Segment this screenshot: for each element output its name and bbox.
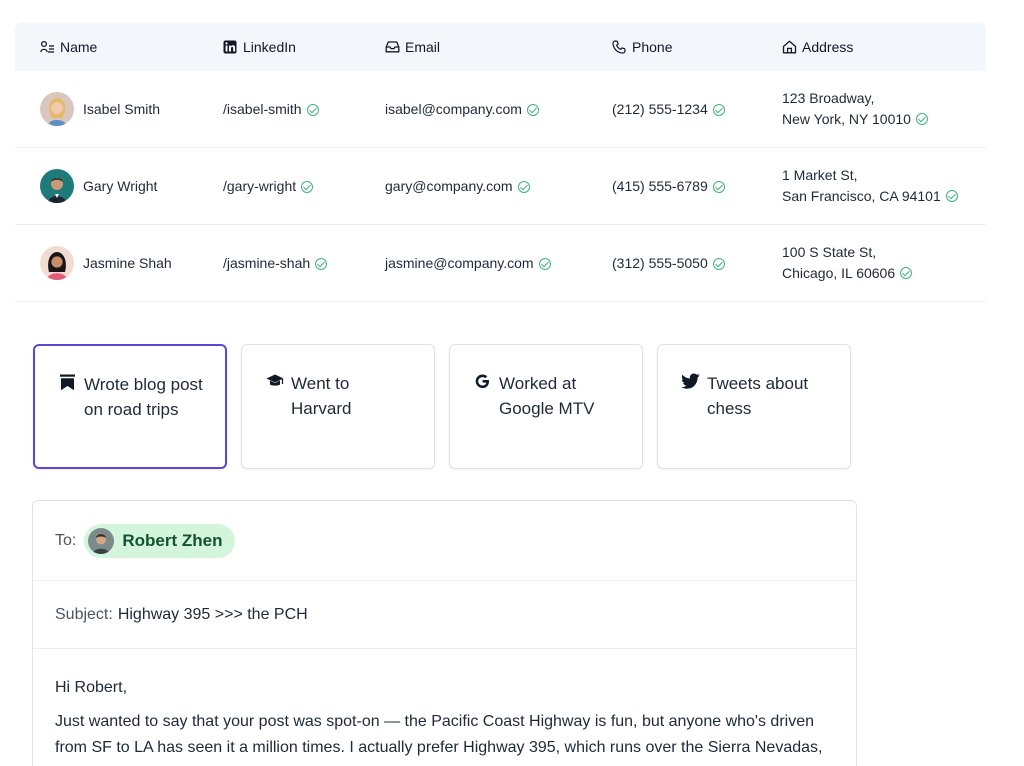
table-row[interactable]: Jasmine Shah /jasmine-shah jasmine@compa… — [15, 225, 986, 302]
header-phone-label: Phone — [632, 39, 673, 55]
email-cell: gary@company.com — [385, 148, 530, 224]
avatar — [88, 527, 115, 554]
contact-name: Isabel Smith — [83, 101, 161, 117]
verified-icon — [712, 258, 725, 270]
header-name[interactable]: Name — [40, 23, 97, 71]
fact-card-text: Wrote blog post on road trips — [84, 375, 203, 419]
phone-number[interactable]: (312) 555-5050 — [612, 255, 708, 271]
fact-card-work[interactable]: Worked at Google MTV — [449, 344, 643, 469]
address-cell: 100 S State St, Chicago, IL 60606 — [782, 225, 913, 301]
email-address[interactable]: isabel@company.com — [385, 101, 522, 117]
linkedin-handle[interactable]: /jasmine-shah — [223, 255, 310, 271]
address-line-1: 123 Broadway, — [782, 90, 875, 106]
linkedin-cell: /gary-wright — [223, 148, 314, 224]
fact-card-education[interactable]: Went to Harvard — [241, 344, 435, 469]
contact-name: Jasmine Shah — [83, 255, 172, 271]
email-body[interactable]: Hi Robert, Just wanted to say that your … — [33, 649, 856, 766]
address-line-1: 100 S State St, — [782, 244, 877, 260]
recipient-name: Robert Zhen — [122, 530, 223, 550]
avatar — [40, 169, 74, 203]
fact-cards: Wrote blog post on road trips Went to Ha… — [33, 344, 851, 469]
phone-cell: (212) 555-1234 — [612, 71, 725, 147]
address-line-2: San Francisco, CA 94101 — [782, 186, 958, 207]
table-header: Name LinkedIn Email Phone Address — [15, 23, 986, 71]
address-cell: 1 Market St, San Francisco, CA 94101 — [782, 148, 958, 224]
address-line-2: New York, NY 10010 — [782, 109, 928, 130]
recipient-chip[interactable]: Robert Zhen — [84, 523, 236, 558]
address-line-2: Chicago, IL 60606 — [782, 263, 913, 284]
verified-icon — [945, 190, 958, 202]
verified-icon — [712, 181, 725, 193]
verified-icon — [306, 104, 319, 116]
email-address[interactable]: gary@company.com — [385, 178, 513, 194]
twitter-icon — [681, 373, 702, 394]
contact-name-cell: Isabel Smith — [40, 71, 160, 147]
email-body-text: Just wanted to say that your post was sp… — [55, 713, 823, 766]
phone-number[interactable]: (415) 555-6789 — [612, 178, 708, 194]
contact-name: Gary Wright — [83, 178, 158, 194]
header-address-label: Address — [802, 39, 854, 55]
email-cell: jasmine@company.com — [385, 225, 551, 301]
contact-name-cell: Jasmine Shah — [40, 225, 172, 301]
header-email-label: Email — [405, 39, 441, 55]
email-address[interactable]: jasmine@company.com — [385, 255, 534, 271]
email-composer: To: Robert Zhen Subject: Highway 395 >>>… — [32, 500, 857, 766]
bookmark-icon — [59, 374, 79, 396]
phone-number[interactable]: (212) 555-1234 — [612, 101, 708, 117]
table-row[interactable]: Isabel Smith /isabel-smith isabel@compan… — [15, 71, 986, 148]
subject-field[interactable]: Subject: Highway 395 >>> the PCH — [33, 581, 856, 649]
phone-cell: (415) 555-6789 — [612, 148, 725, 224]
home-icon — [782, 40, 797, 54]
address-cell: 123 Broadway, New York, NY 10010 — [782, 71, 928, 147]
address-line-2-text: New York, NY 10010 — [782, 111, 911, 127]
to-label: To: — [55, 531, 77, 549]
verified-icon — [517, 181, 530, 193]
address-line-2-text: San Francisco, CA 94101 — [782, 188, 941, 204]
phone-icon — [612, 40, 627, 54]
fact-card-twitter[interactable]: Tweets about chess — [657, 344, 851, 469]
fact-card-text: Worked at Google MTV — [499, 374, 595, 418]
fact-card-text: Tweets about chess — [707, 374, 809, 418]
header-address[interactable]: Address — [782, 23, 853, 71]
inbox-icon — [385, 40, 400, 54]
address-line-2-text: Chicago, IL 60606 — [782, 265, 896, 281]
linkedin-icon — [223, 40, 238, 54]
verified-icon — [526, 104, 539, 116]
subject-text[interactable]: Highway 395 >>> the PCH — [118, 606, 308, 624]
subject-label: Subject: — [55, 605, 113, 623]
graduation-cap-icon — [266, 373, 286, 394]
verified-icon — [915, 113, 928, 125]
linkedin-cell: /jasmine-shah — [223, 225, 328, 301]
linkedin-handle[interactable]: /isabel-smith — [223, 101, 302, 117]
google-icon — [474, 373, 494, 395]
email-cell: isabel@company.com — [385, 71, 539, 147]
phone-cell: (312) 555-5050 — [612, 225, 725, 301]
linkedin-handle[interactable]: /gary-wright — [223, 178, 296, 194]
avatar — [40, 246, 74, 280]
header-name-label: Name — [60, 39, 98, 55]
header-linkedin-label: LinkedIn — [243, 39, 296, 55]
table-row[interactable]: Gary Wright /gary-wright gary@company.co… — [15, 148, 986, 225]
contact-name-cell: Gary Wright — [40, 148, 157, 224]
header-linkedin[interactable]: LinkedIn — [223, 23, 296, 71]
verified-icon — [315, 258, 328, 270]
header-phone[interactable]: Phone — [612, 23, 672, 71]
to-field[interactable]: To: Robert Zhen — [33, 501, 856, 581]
verified-icon — [538, 258, 551, 270]
email-greeting: Hi Robert, — [55, 679, 128, 696]
verified-icon — [301, 181, 314, 193]
verified-icon — [900, 267, 913, 279]
verified-icon — [712, 104, 725, 116]
fact-card-text: Went to Harvard — [291, 374, 352, 418]
contacts-table: Name LinkedIn Email Phone Address Isabel… — [15, 23, 986, 302]
header-email[interactable]: Email — [385, 23, 440, 71]
fact-card-blog[interactable]: Wrote blog post on road trips — [33, 344, 227, 469]
address-line-1: 1 Market St, — [782, 167, 858, 183]
avatar — [40, 92, 74, 126]
user-list-icon — [40, 40, 55, 54]
linkedin-cell: /isabel-smith — [223, 71, 319, 147]
